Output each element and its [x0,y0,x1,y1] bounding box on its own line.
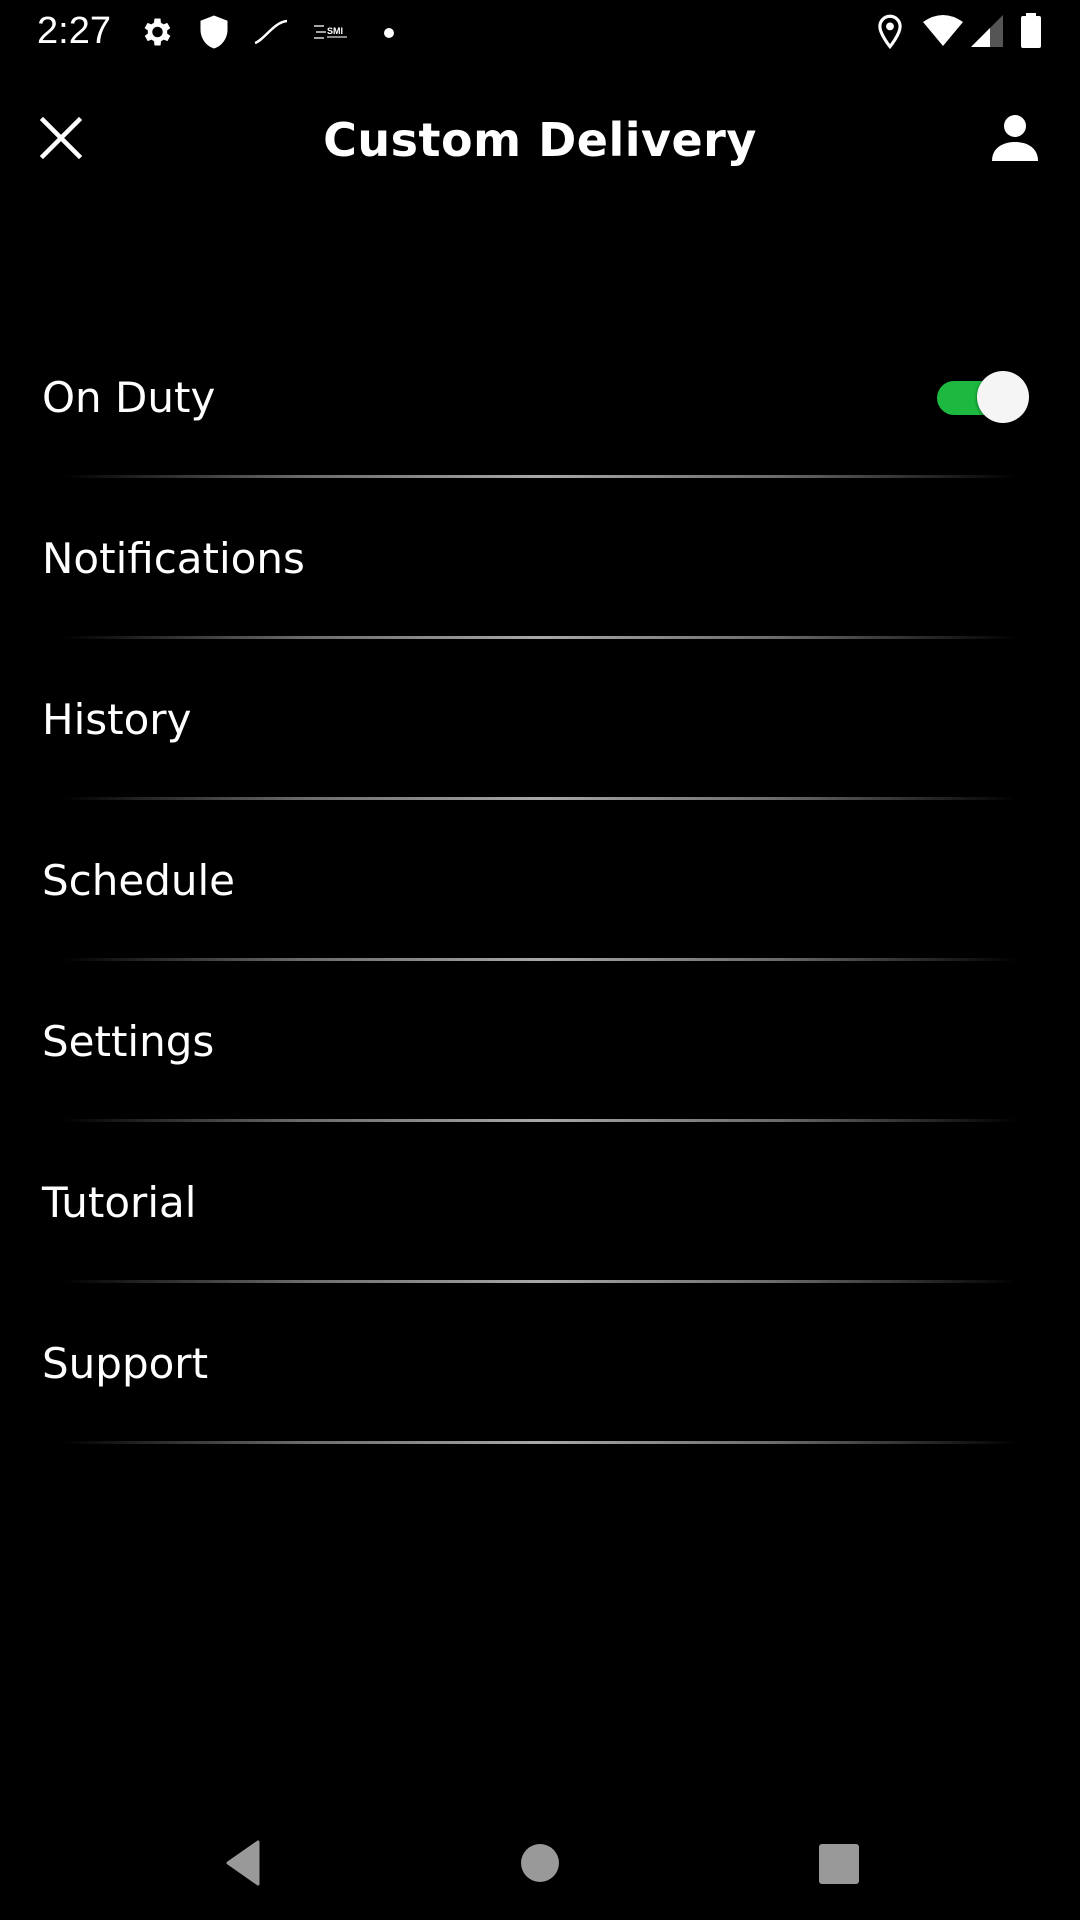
recents-icon [808,1844,868,1896]
menu-item-label: Settings [42,1017,215,1066]
menu-item-tutorial[interactable]: Tutorial [0,1122,1080,1283]
on-duty-toggle[interactable] [937,371,1029,425]
menu-item-label: Schedule [42,856,235,905]
menu-item-notifications[interactable]: Notifications [0,478,1080,639]
wifi-icon [922,14,964,52]
settings-icon [138,14,174,54]
menu-item-label: Notifications [42,534,305,583]
shield-icon [198,14,230,54]
app-header: Custom Delivery [0,63,1080,213]
toggle-thumb [977,371,1029,423]
menu-item-label: On Duty [42,373,216,422]
smi-icon: SMI [312,22,352,46]
notification-dot-icon [383,24,395,43]
stylus-icon [252,18,292,50]
home-icon [510,1844,570,1896]
divider [62,1441,1018,1444]
menu-item-schedule[interactable]: Schedule [0,800,1080,961]
back-icon [210,1840,270,1896]
system-nav-bar [0,1800,1080,1920]
profile-button[interactable] [988,111,1042,165]
status-bar: 2:27 SMI [0,0,1080,63]
home-button[interactable] [510,1832,570,1892]
account-icon [988,115,1042,169]
menu-item-settings[interactable]: Settings [0,961,1080,1122]
menu-item-history[interactable]: History [0,639,1080,800]
menu-item-on-duty[interactable]: On Duty [0,317,1080,478]
menu-list: On Duty Notifications History Schedule S… [0,317,1080,1444]
battery-icon [1020,13,1042,53]
location-icon [876,14,904,54]
cell-signal-icon [970,14,1004,52]
back-button[interactable] [210,1832,270,1892]
svg-text:SMI: SMI [327,26,343,36]
menu-item-label: Tutorial [42,1178,197,1227]
recents-button[interactable] [808,1832,868,1892]
menu-item-label: History [42,695,192,744]
status-time: 2:27 [37,10,111,52]
menu-item-support[interactable]: Support [0,1283,1080,1444]
page-title: Custom Delivery [323,113,757,167]
menu-item-label: Support [42,1339,209,1388]
